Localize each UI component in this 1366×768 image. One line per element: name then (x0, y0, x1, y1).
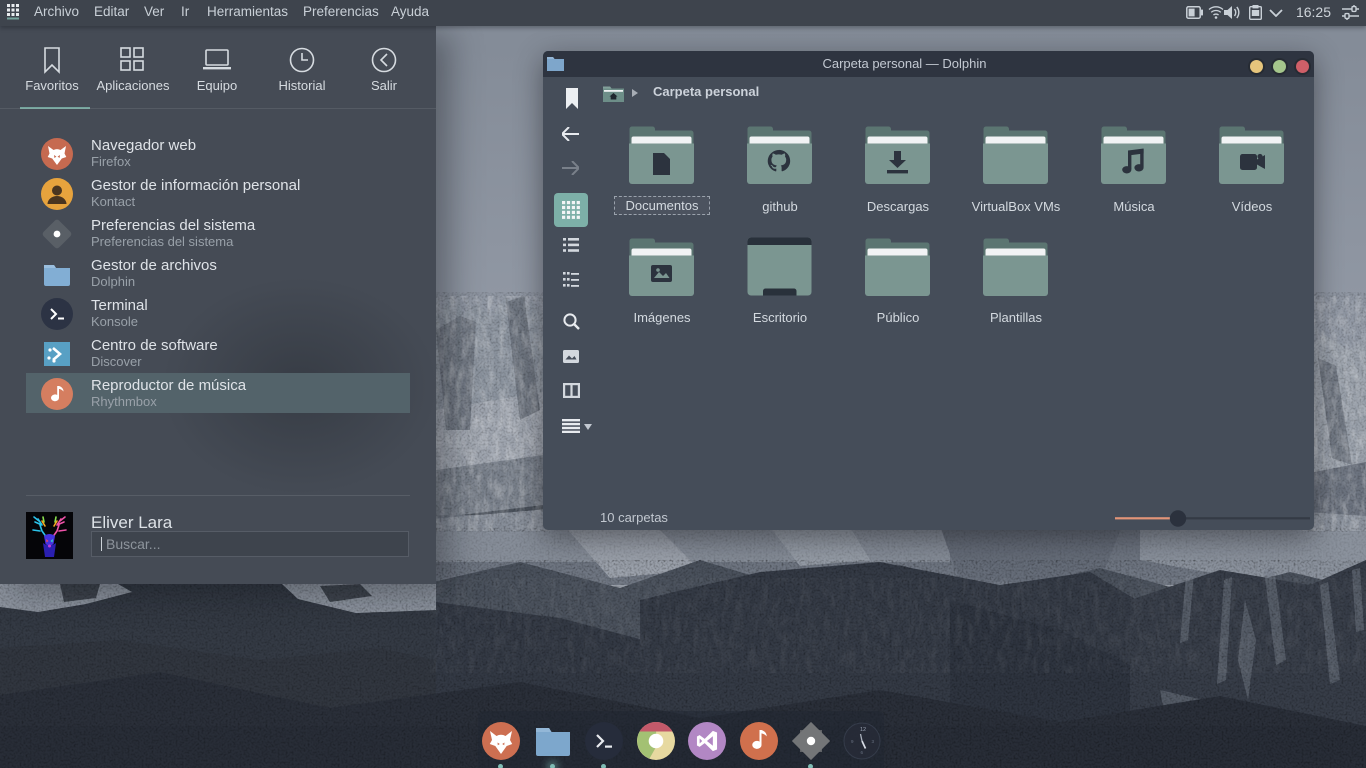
svg-text:12: 12 (860, 727, 866, 733)
